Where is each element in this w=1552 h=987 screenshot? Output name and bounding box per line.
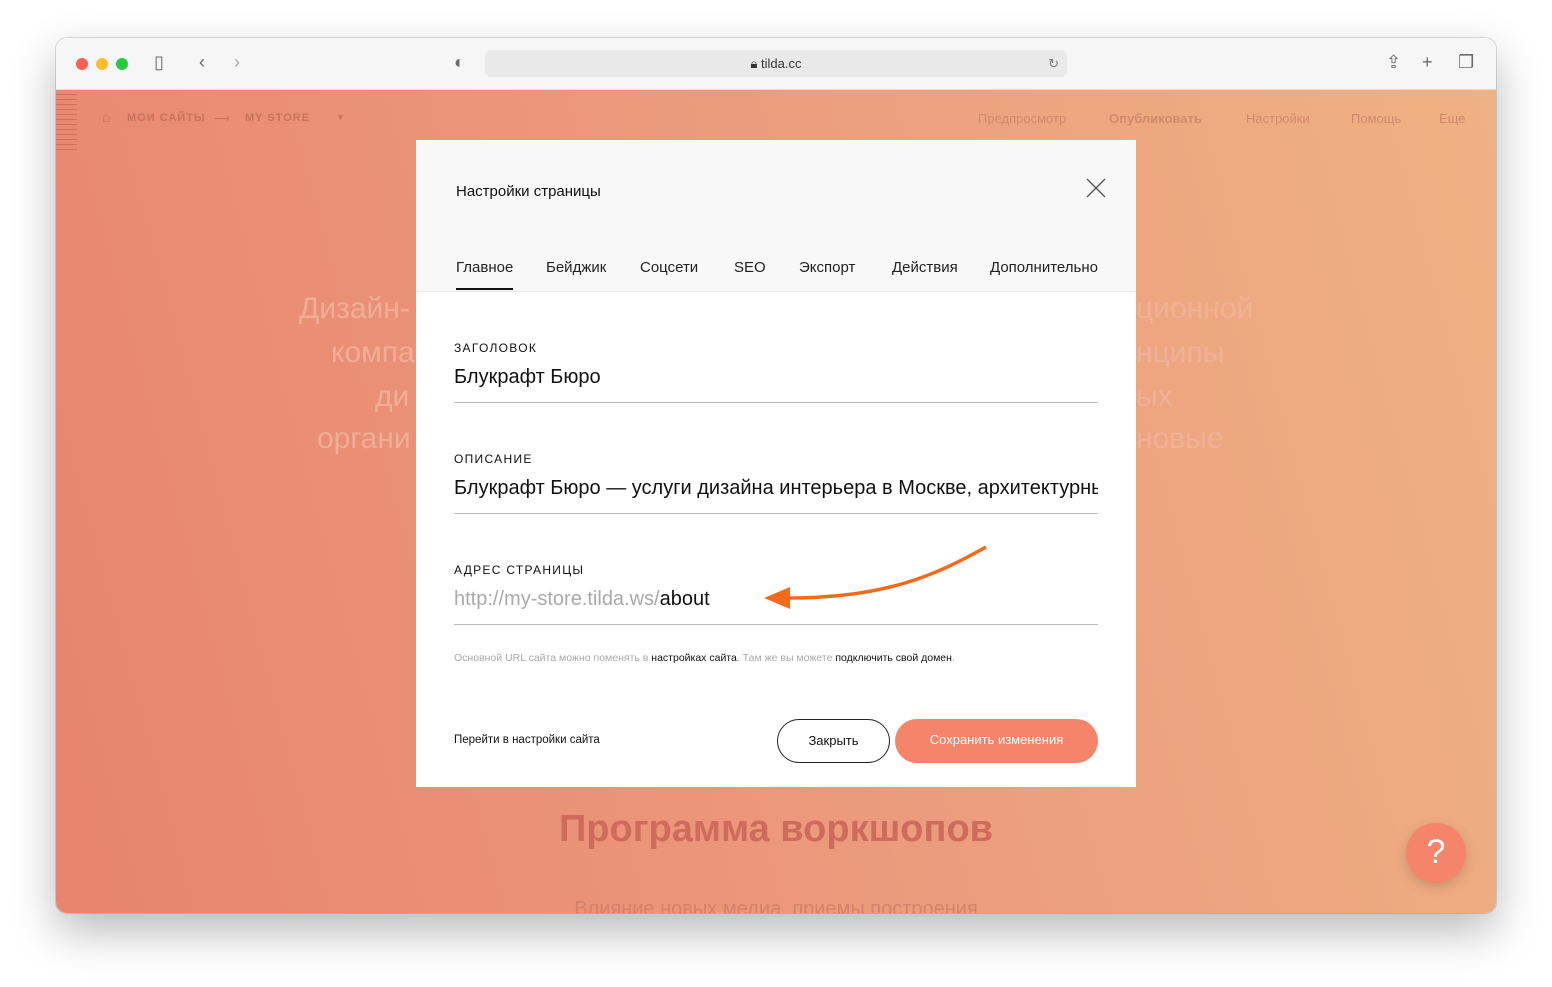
- hint-text: Основной URL сайта можно поменять в: [454, 652, 652, 664]
- breadcrumb-my-store[interactable]: MY STORE: [245, 112, 310, 124]
- url-label: АДРЕС СТРАНИЦЫ: [454, 563, 585, 577]
- tabs-overview-icon[interactable]: ❐: [1458, 52, 1474, 73]
- reload-icon[interactable]: ↻: [1048, 50, 1059, 77]
- sidebar-icon[interactable]: ▯: [154, 52, 164, 73]
- bg-text: ционной: [1136, 292, 1254, 325]
- title-input[interactable]: Блукрафт Бюро: [454, 366, 1098, 403]
- address-bar[interactable]: 🔒︎ tilda.cc ↻: [485, 50, 1067, 77]
- modal-header: Настройки страницы Главное Бейджик Соцсе…: [416, 140, 1136, 292]
- share-icon[interactable]: ⇪: [1386, 52, 1401, 73]
- bg-text: Дизайн-: [299, 292, 410, 325]
- tab-export[interactable]: Экспорт: [799, 259, 855, 288]
- new-tab-icon[interactable]: +: [1422, 52, 1433, 73]
- arrow-annotation-icon: [764, 545, 987, 609]
- description-input[interactable]: Блукрафт Бюро — услуги дизайна интерьера…: [454, 477, 1098, 514]
- lock-icon: 🔒︎: [750, 56, 758, 71]
- close-icon[interactable]: [1084, 176, 1108, 200]
- shield-icon[interactable]: ◐: [454, 52, 465, 73]
- bg-text: ди: [375, 380, 410, 413]
- go-to-site-settings-link[interactable]: Перейти в настройки сайта: [454, 734, 600, 746]
- close-window-button[interactable]: [76, 58, 88, 70]
- url-text: tilda.cc: [761, 56, 802, 71]
- url-input[interactable]: about: [660, 588, 710, 610]
- url-hint: Основной URL сайта можно поменять в наст…: [454, 652, 955, 664]
- site-settings-hint-link[interactable]: настройках сайта: [651, 652, 737, 664]
- save-changes-button[interactable]: Сохранить изменения: [895, 719, 1098, 763]
- bg-text: компа: [331, 336, 415, 369]
- tab-actions[interactable]: Действия: [892, 259, 958, 288]
- bg-subtext: Влияние новых медиа, приемы построения: [574, 898, 978, 913]
- browser-toolbar: ▯ ‹ › ◐ 🔒︎ tilda.cc ↻ ⇪ + ❐: [56, 38, 1496, 90]
- title-label: ЗАГОЛОВОК: [454, 341, 538, 355]
- arrow-separator: ⟶: [214, 113, 231, 125]
- browser-window: ▯ ‹ › ◐ 🔒︎ tilda.cc ↻ ⇪ + ❐ ⌂ МОИ САЙТЫ ⟶…: [56, 38, 1496, 913]
- tab-additional[interactable]: Дополнительно: [990, 259, 1098, 288]
- nav-more[interactable]: Еще: [1439, 111, 1465, 126]
- page-content: ⌂ МОИ САЙТЫ ⟶ MY STORE ▼ Предпросмотр Оп…: [56, 90, 1496, 913]
- bg-text: органи: [317, 422, 411, 455]
- nav-help[interactable]: Помощь: [1351, 111, 1401, 126]
- nav-preview[interactable]: Предпросмотр: [978, 111, 1066, 126]
- forward-icon[interactable]: ›: [234, 52, 240, 73]
- bg-heading: Программа воркшопов: [558, 808, 994, 850]
- back-icon[interactable]: ‹: [199, 52, 205, 73]
- page-settings-modal: Настройки страницы Главное Бейджик Соцсе…: [416, 140, 1136, 787]
- bg-text: нципы: [1136, 336, 1225, 369]
- minimize-window-button[interactable]: [96, 58, 108, 70]
- connect-domain-link[interactable]: подключить свой домен: [835, 652, 952, 664]
- nav-publish[interactable]: Опубликовать: [1109, 111, 1202, 126]
- help-button[interactable]: ?: [1406, 823, 1466, 883]
- url-prefix: http://my-store.tilda.ws/: [454, 588, 660, 610]
- close-button[interactable]: Закрыть: [777, 719, 890, 763]
- maximize-window-button[interactable]: [116, 58, 128, 70]
- home-icon[interactable]: ⌂: [102, 109, 111, 125]
- breadcrumb-my-sites[interactable]: МОИ САЙТЫ: [127, 112, 206, 124]
- tab-social[interactable]: Соцсети: [640, 259, 698, 288]
- nav-settings[interactable]: Настройки: [1246, 111, 1310, 126]
- tab-badge[interactable]: Бейджик: [546, 259, 606, 288]
- description-label: ОПИСАНИЕ: [454, 452, 533, 466]
- modal-title: Настройки страницы: [456, 183, 601, 200]
- dropdown-icon[interactable]: ▼: [336, 112, 346, 122]
- wave-decoration: [56, 90, 77, 150]
- bg-text: ых: [1136, 380, 1173, 413]
- bg-text: новые: [1136, 422, 1224, 455]
- hint-text: . Там же вы можете: [736, 652, 836, 664]
- tab-seo[interactable]: SEO: [734, 259, 766, 288]
- hint-text: .: [951, 652, 955, 664]
- tab-main[interactable]: Главное: [456, 259, 514, 290]
